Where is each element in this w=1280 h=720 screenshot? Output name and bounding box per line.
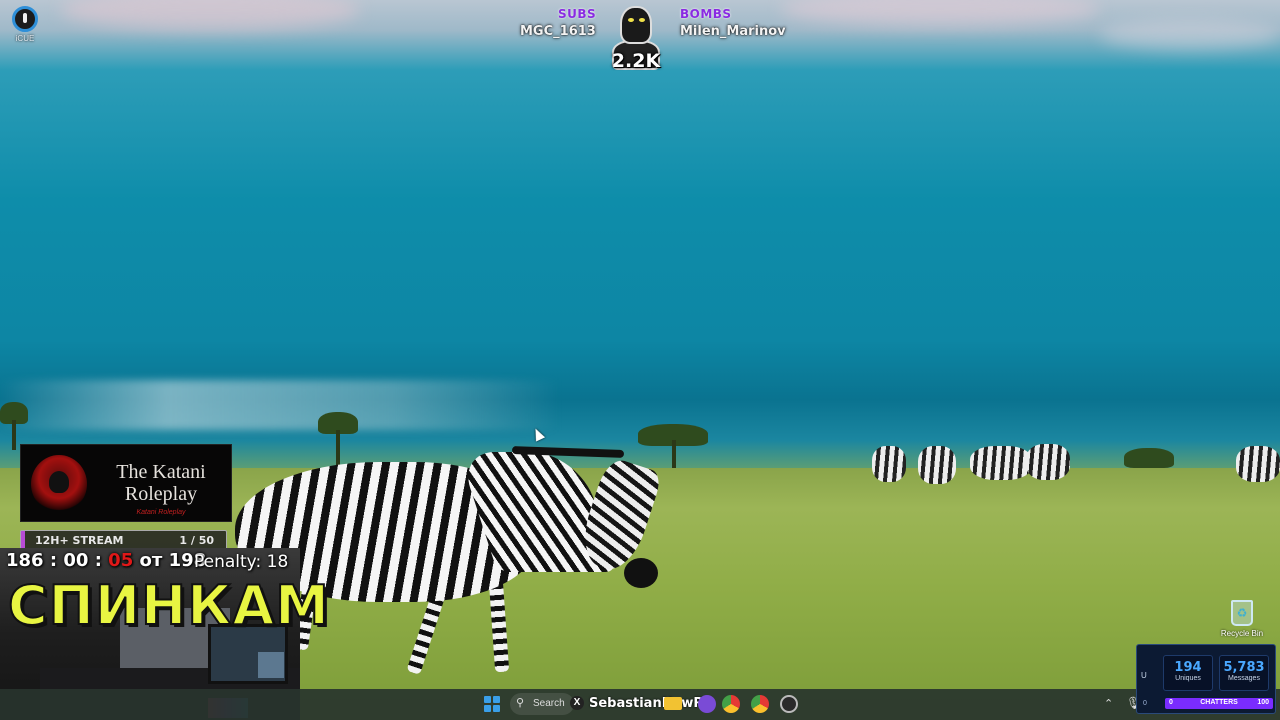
uniques-label: Uniques: [1175, 675, 1201, 682]
recycle-bin-label: Recycle Bin: [1220, 629, 1264, 638]
messages-box: 5,783 Messages: [1219, 655, 1269, 691]
katani-title-line1: The Katani: [116, 461, 206, 483]
file-explorer-icon[interactable]: [664, 697, 682, 710]
stream-goal-count: 1 / 50: [179, 534, 214, 547]
katani-roleplay-panel: The Katani Roleplay Katani Roleplay: [20, 444, 232, 522]
timer-sep: :: [49, 550, 58, 571]
chat-stats-widget: U 194 Uniques 5,783 Messages 0 CHATTERS …: [1136, 644, 1276, 714]
chat-stats-zero: 0: [1143, 700, 1147, 707]
challenge-word: СПИНКАМ: [7, 573, 330, 638]
icue-label: iCUE: [15, 34, 35, 43]
streamer-handle: SebastianNewRP: [589, 696, 713, 711]
chatters-min: 0: [1169, 699, 1173, 706]
chrome-icon[interactable]: [751, 695, 769, 713]
obs-icon[interactable]: [780, 695, 798, 713]
chatters-bar: CHATTERS 0 100: [1165, 698, 1273, 709]
penalty-counter: Penalty: 18: [194, 552, 289, 572]
search-icon: ⚲: [516, 697, 525, 709]
timer-seconds: 05: [108, 550, 134, 571]
mascot-avatar: 2.2K: [606, 4, 666, 72]
katani-logo-icon: [31, 455, 87, 513]
x-logo-icon: X: [570, 696, 584, 710]
bombs-header: BOMBS: [680, 7, 732, 21]
katani-title: The Katani Roleplay: [93, 461, 229, 505]
katani-tagline: Katani Roleplay: [136, 509, 186, 516]
timer-minutes: 00: [63, 550, 89, 571]
stream-goal-bar: 12H+ STREAM 1 / 50: [20, 530, 227, 550]
taskbar-search-button[interactable]: ⚲ Search: [510, 693, 574, 715]
katani-title-line2: Roleplay: [124, 483, 198, 505]
mascot-count: 2.2K: [611, 50, 661, 72]
recycle-bin-icon: ♻: [1231, 600, 1253, 626]
taskbar-search-label: Search: [533, 698, 565, 709]
chatters-max: 100: [1257, 699, 1269, 706]
chrome-icon[interactable]: [722, 695, 740, 713]
uniques-value: 194: [1174, 660, 1202, 675]
timer-sep: :: [94, 550, 102, 571]
uniques-box: 194 Uniques: [1163, 655, 1213, 691]
subs-value: MGC_1613: [520, 24, 596, 39]
stream-goal-label: 12H+ STREAM: [35, 534, 124, 547]
bombs-value: Milen_Marinov: [680, 24, 786, 39]
messages-label: Messages: [1228, 675, 1260, 682]
subs-header: SUBS: [558, 7, 597, 21]
stream-stats-overlay: SUBS MGC_1613 2.2K BOMBS Milen_Marinov: [516, 4, 796, 76]
icue-desktop-shortcut[interactable]: iCUE: [8, 6, 42, 43]
chevron-up-icon[interactable]: ⌃: [1104, 697, 1113, 710]
taskbar: ⚲ Search X SebastianNewRP ⌃ 🎙: [0, 689, 1280, 720]
recycle-bin-shortcut[interactable]: ♻ Recycle Bin: [1218, 600, 1266, 638]
messages-value: 5,783: [1223, 660, 1265, 675]
windows-start-icon[interactable]: [484, 696, 500, 712]
discord-icon[interactable]: [698, 695, 716, 713]
timer-hours: 186: [6, 550, 44, 571]
stream-goal-fill: [21, 531, 26, 549]
chat-stats-letter: U: [1141, 671, 1147, 680]
icue-icon: [12, 6, 38, 32]
